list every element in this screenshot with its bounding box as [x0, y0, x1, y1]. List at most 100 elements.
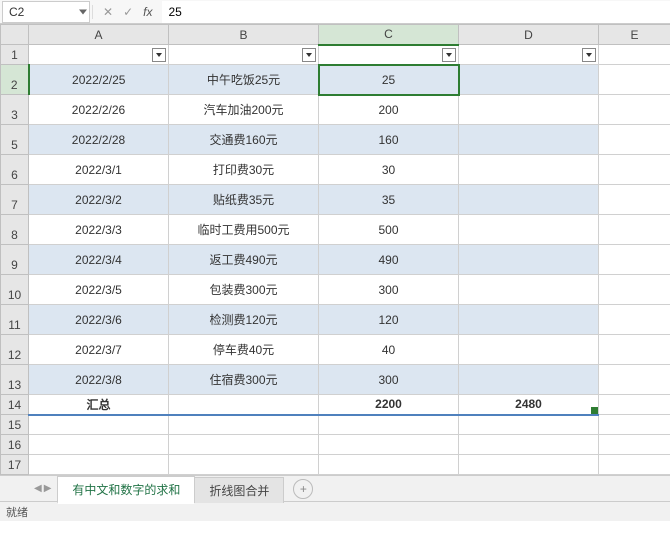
cell-extra[interactable]: [459, 95, 599, 125]
cell-empty[interactable]: [459, 455, 599, 475]
cell-E8[interactable]: [599, 215, 670, 245]
row-header-8[interactable]: 8: [1, 215, 29, 245]
col-header-C[interactable]: C: [319, 25, 459, 45]
cell-empty[interactable]: [319, 455, 459, 475]
cancel-icon[interactable]: ✕: [103, 5, 113, 19]
row-header-16[interactable]: 16: [1, 435, 29, 455]
header-time[interactable]: 时间: [29, 45, 169, 65]
cell-empty[interactable]: [29, 415, 169, 435]
cell-empty[interactable]: [169, 455, 319, 475]
cell-item[interactable]: 住宿费300元: [169, 365, 319, 395]
cell-E1[interactable]: [599, 45, 670, 65]
cell-empty[interactable]: [319, 415, 459, 435]
cell-date[interactable]: 2022/3/4: [29, 245, 169, 275]
cell-E10[interactable]: [599, 275, 670, 305]
formula-input[interactable]: [162, 1, 670, 23]
row-header-10[interactable]: 10: [1, 275, 29, 305]
header-col1[interactable]: 列1: [459, 45, 599, 65]
cell-extra[interactable]: [459, 155, 599, 185]
row-header-11[interactable]: 11: [1, 305, 29, 335]
row-header-15[interactable]: 15: [1, 415, 29, 435]
cell-amount[interactable]: 160: [319, 125, 459, 155]
row-header-3[interactable]: 3: [1, 95, 29, 125]
cell-amount[interactable]: 120: [319, 305, 459, 335]
cell-E13[interactable]: [599, 365, 670, 395]
cell-date[interactable]: 2022/3/8: [29, 365, 169, 395]
cell-item[interactable]: 中午吃饭25元: [169, 65, 319, 95]
cell-amount[interactable]: 500: [319, 215, 459, 245]
row-header-9[interactable]: 9: [1, 245, 29, 275]
tab-prev-icon[interactable]: ◀: [34, 483, 42, 494]
cell-date[interactable]: 2022/2/25: [29, 65, 169, 95]
cell-item[interactable]: 停车费40元: [169, 335, 319, 365]
col-header-D[interactable]: D: [459, 25, 599, 45]
cell-extra[interactable]: [459, 65, 599, 95]
cell-item[interactable]: 检测费120元: [169, 305, 319, 335]
total-extra[interactable]: 2480: [459, 395, 599, 415]
cell-empty[interactable]: [599, 415, 670, 435]
cell-E7[interactable]: [599, 185, 670, 215]
sheet-tab[interactable]: 折线图合并: [194, 477, 284, 503]
sheet-tab-active[interactable]: 有中文和数字的求和: [57, 476, 195, 504]
row-header-17[interactable]: 17: [1, 455, 29, 475]
cell-extra[interactable]: [459, 215, 599, 245]
cell-empty[interactable]: [599, 455, 670, 475]
cell-empty[interactable]: [169, 435, 319, 455]
cell-amount[interactable]: 35: [319, 185, 459, 215]
cell-extra[interactable]: [459, 275, 599, 305]
cell-E12[interactable]: [599, 335, 670, 365]
cell-amount[interactable]: 300: [319, 365, 459, 395]
cell-E2[interactable]: [599, 65, 670, 95]
cell-date[interactable]: 2022/3/5: [29, 275, 169, 305]
name-box[interactable]: C2: [2, 1, 90, 23]
tab-next-icon[interactable]: ▶: [44, 483, 52, 494]
cell-item[interactable]: 汽车加油200元: [169, 95, 319, 125]
select-all-corner[interactable]: [1, 25, 29, 45]
row-header-1[interactable]: 1: [1, 45, 29, 65]
cell-date[interactable]: 2022/3/7: [29, 335, 169, 365]
filter-button[interactable]: [582, 48, 596, 62]
cell-item[interactable]: 包装费300元: [169, 275, 319, 305]
cell-E3[interactable]: [599, 95, 670, 125]
cell-item[interactable]: 打印费30元: [169, 155, 319, 185]
cell-extra[interactable]: [459, 365, 599, 395]
filter-button[interactable]: [442, 48, 456, 62]
cell-item[interactable]: 交通费160元: [169, 125, 319, 155]
cell-empty[interactable]: [169, 415, 319, 435]
cell-item[interactable]: 返工费490元: [169, 245, 319, 275]
col-header-E[interactable]: E: [599, 25, 670, 45]
cell-date[interactable]: 2022/3/6: [29, 305, 169, 335]
filter-button[interactable]: [152, 48, 166, 62]
cell-amount[interactable]: 300: [319, 275, 459, 305]
confirm-icon[interactable]: ✓: [123, 5, 133, 19]
total-label[interactable]: 汇总: [29, 395, 169, 415]
cell-empty[interactable]: [459, 415, 599, 435]
add-sheet-button[interactable]: +: [293, 479, 313, 499]
row-header-6[interactable]: 6: [1, 155, 29, 185]
total-blank[interactable]: [169, 395, 319, 415]
cell-extra[interactable]: [459, 245, 599, 275]
header-item[interactable]: 报销项目: [169, 45, 319, 65]
cell-empty[interactable]: [29, 455, 169, 475]
cell-date[interactable]: 2022/2/28: [29, 125, 169, 155]
fx-icon[interactable]: fx: [143, 5, 152, 19]
cell-E9[interactable]: [599, 245, 670, 275]
chevron-down-icon[interactable]: [79, 9, 87, 14]
cell-item[interactable]: 临时工费用500元: [169, 215, 319, 245]
cell-extra[interactable]: [459, 335, 599, 365]
row-header-5[interactable]: 5: [1, 125, 29, 155]
row-header-12[interactable]: 12: [1, 335, 29, 365]
row-header-13[interactable]: 13: [1, 365, 29, 395]
cell-E14[interactable]: [599, 395, 670, 415]
filter-button[interactable]: [302, 48, 316, 62]
total-amount[interactable]: 2200: [319, 395, 459, 415]
cell-amount[interactable]: 200: [319, 95, 459, 125]
cell-E6[interactable]: [599, 155, 670, 185]
cell-extra[interactable]: [459, 125, 599, 155]
cell-item[interactable]: 贴纸费35元: [169, 185, 319, 215]
cell-date[interactable]: 2022/2/26: [29, 95, 169, 125]
row-header-7[interactable]: 7: [1, 185, 29, 215]
cell-empty[interactable]: [459, 435, 599, 455]
row-header-14[interactable]: 14: [1, 395, 29, 415]
col-header-A[interactable]: A: [29, 25, 169, 45]
